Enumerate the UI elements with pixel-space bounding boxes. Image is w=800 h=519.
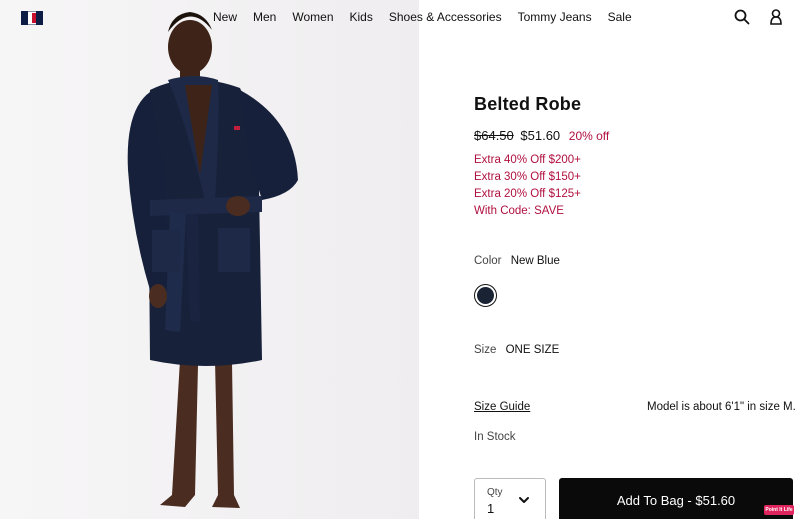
product-image [0, 0, 419, 519]
original-price: $64.50 [474, 128, 514, 143]
promo-code: With Code: SAVE [474, 205, 564, 217]
nav-item-kids[interactable]: Kids [342, 10, 381, 24]
size-value: ONE SIZE [505, 344, 560, 356]
stock-status: In Stock [474, 431, 516, 443]
size-label: Size [474, 344, 497, 356]
size-row: Size ONE SIZE [474, 344, 559, 356]
color-value: New Blue [510, 255, 560, 267]
promo-line: Extra 30% Off $150+ [474, 171, 581, 183]
discount-label: 20% off [568, 129, 610, 143]
size-guide-link[interactable]: Size Guide [474, 401, 530, 413]
model-info: Model is about 6'1" in size M. [647, 401, 796, 413]
promo-line: Extra 40% Off $200+ [474, 154, 581, 166]
promo-list: Extra 40% Off $200+ Extra 30% Off $150+ … [474, 152, 581, 220]
main-nav: New Men Women Kids Shoes & Accessories T… [205, 10, 640, 24]
qty-label: Qty [487, 487, 503, 498]
search-icon[interactable] [733, 8, 751, 26]
nav-item-new[interactable]: New [205, 10, 245, 24]
nav-item-shoes-accessories[interactable]: Shoes & Accessories [381, 10, 510, 24]
nav-item-tommy-jeans[interactable]: Tommy Jeans [510, 10, 600, 24]
color-row: Color New Blue [474, 255, 560, 267]
price-row: $64.50 $51.60 20% off [474, 128, 609, 143]
color-label: Color [474, 255, 502, 267]
nav-item-men[interactable]: Men [245, 10, 284, 24]
color-swatch-new-blue[interactable] [474, 284, 497, 307]
tommy-hilfiger-flag-logo[interactable] [20, 10, 44, 26]
point-it-life-badge[interactable]: Point It Life [764, 505, 794, 515]
nav-item-women[interactable]: Women [284, 10, 341, 24]
model-in-robe-illustration [0, 0, 419, 519]
account-icon[interactable] [767, 8, 785, 26]
quantity-select[interactable]: Qty 1 [474, 478, 546, 519]
promo-line: Extra 20% Off $125+ [474, 188, 581, 200]
qty-value: 1 [487, 501, 495, 516]
site-header: New Men Women Kids Shoes & Accessories T… [0, 0, 800, 34]
product-title: Belted Robe [474, 94, 582, 114]
nav-item-sale[interactable]: Sale [600, 10, 640, 24]
sale-price: $51.60 [520, 128, 561, 143]
add-to-bag-button[interactable]: Add To Bag - $51.60 [559, 478, 793, 519]
chevron-down-icon [519, 497, 529, 503]
